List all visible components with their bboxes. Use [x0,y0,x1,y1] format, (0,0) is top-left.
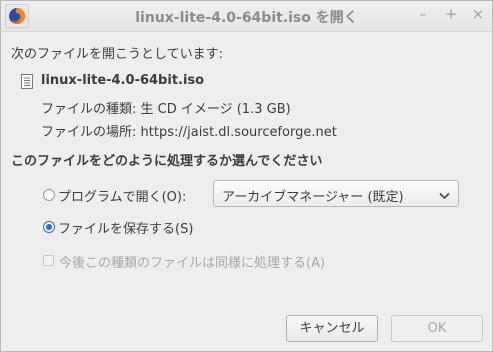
close-button[interactable]: × [468,4,488,24]
prompt-text: 次のファイルを開こうとしています: [11,47,223,62]
open-with-radio[interactable] [43,189,55,201]
remember-choice-checkbox[interactable] [43,255,54,266]
action-question: このファイルをどのように処理するか選んでください [11,154,323,169]
open-with-selected-value: アーカイブマネージャー (既定) [222,190,404,205]
file-source: ファイルの場所: https://jaist.dl.sourceforge.ne… [41,125,337,140]
dialog-content: 次のファイルを開こうとしています: linux-lite-4.0-64bit.i… [1,32,492,351]
open-with-select[interactable]: アーカイブマネージャー (既定) [213,180,459,207]
open-with-label[interactable]: プログラムで開く(O): [58,186,186,205]
document-icon [21,74,33,93]
ok-button[interactable]: OK [391,315,483,342]
title-bar[interactable]: linux-lite-4.0-64bit.iso を開く – + × [1,1,492,32]
chevron-down-icon [439,189,450,204]
file-name: linux-lite-4.0-64bit.iso [41,73,205,88]
save-file-label[interactable]: ファイルを保存する(S) [58,218,193,237]
minimize-button[interactable]: – [413,4,433,24]
file-type: ファイルの種類: 生 CD イメージ (1.3 GB) [41,102,291,117]
save-file-radio[interactable] [43,221,55,233]
maximize-button[interactable]: + [441,4,461,24]
cancel-button[interactable]: キャンセル [286,315,378,342]
download-dialog: linux-lite-4.0-64bit.iso を開く – + × 次のファイ… [0,0,493,352]
remember-choice-label[interactable]: 今後この種類のファイルは同様に処理する(A) [59,252,325,271]
